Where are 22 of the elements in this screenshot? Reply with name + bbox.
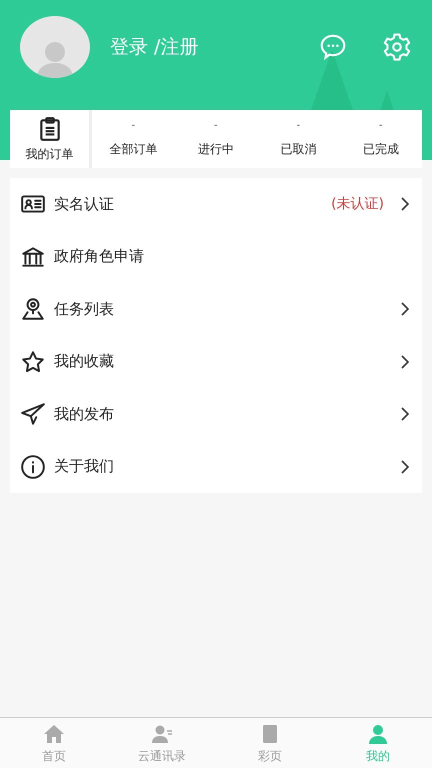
paper-plane-icon (20, 401, 46, 428)
order-count: - (131, 120, 136, 131)
order-status-label: 全部订单 (109, 141, 158, 158)
info-icon (20, 454, 46, 480)
menu-label: 我的发布 (54, 404, 115, 424)
person-pin-icon (20, 296, 46, 322)
verification-status: (未认证) (331, 195, 384, 214)
settings-icon[interactable] (382, 32, 412, 62)
menu-label: 任务列表 (54, 300, 115, 319)
order-status-label: 已完成 (362, 141, 399, 158)
menu-label: 我的收藏 (54, 352, 115, 372)
order-status-label: 已取消 (280, 141, 316, 158)
star-icon (20, 348, 46, 375)
order-count: - (296, 120, 300, 131)
menu-label: 实名认证 (54, 194, 115, 214)
order-count: - (214, 120, 218, 131)
order-status-label: 进行中 (198, 141, 234, 158)
my-orders-button[interactable]: 我的订单 (10, 110, 92, 168)
menu-label: 政府角色申请 (54, 247, 145, 266)
order-count: - (378, 120, 383, 131)
message-icon[interactable] (318, 32, 348, 62)
menu-label: 关于我们 (54, 457, 115, 476)
